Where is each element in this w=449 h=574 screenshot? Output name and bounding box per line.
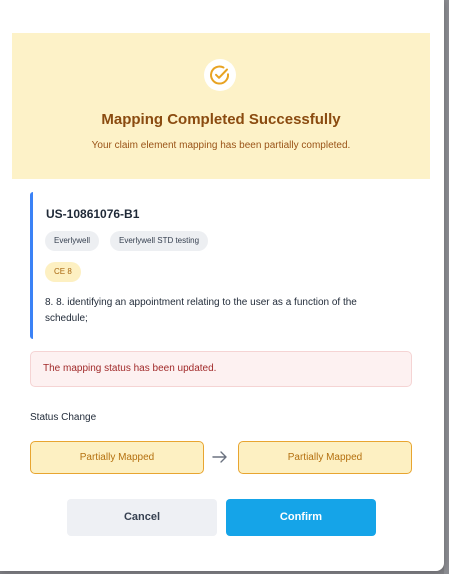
product-tag: Everlywell STD testing	[110, 231, 209, 251]
status-update-alert: The mapping status has been updated.	[30, 351, 412, 387]
success-subtitle: Your claim element mapping has been part…	[91, 140, 351, 151]
mapping-result-modal: Mapping Completed Successfully Your clai…	[0, 0, 444, 571]
background-page-edge	[444, 0, 449, 574]
company-tag: Everlywell	[45, 231, 100, 251]
success-banner: Mapping Completed Successfully Your clai…	[12, 33, 430, 179]
check-circle-icon	[204, 59, 236, 91]
status-from-badge: Partially Mapped	[30, 441, 204, 474]
status-change-label: Status Change	[30, 412, 97, 423]
claim-element-card: US-10861076-B1 Everlywell Everlywell STD…	[30, 192, 416, 339]
claim-element-text: 8. 8. identifying an appointment relatin…	[45, 297, 357, 324]
alert-message: The mapping status has been updated.	[43, 363, 217, 374]
success-title: Mapping Completed Successfully	[101, 111, 341, 128]
claim-element-badge: CE 8	[45, 262, 81, 282]
arrow-right-icon	[211, 449, 229, 470]
cancel-button[interactable]: Cancel	[67, 499, 217, 536]
confirm-button[interactable]: Confirm	[226, 499, 376, 536]
reference-id: US-10861076-B1	[46, 207, 140, 221]
status-to-badge: Partially Mapped	[238, 441, 412, 474]
